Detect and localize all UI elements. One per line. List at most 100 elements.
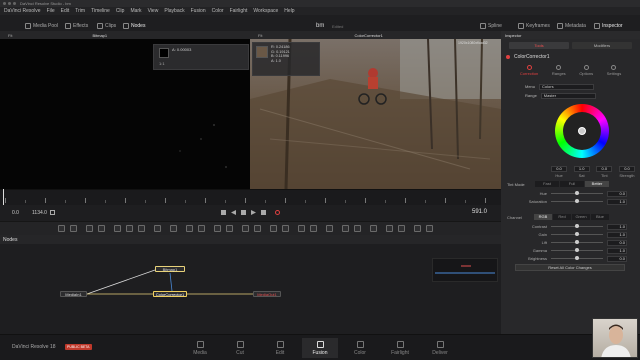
brightness-slider[interactable] xyxy=(551,256,603,260)
page-media[interactable]: Media xyxy=(182,338,218,358)
keyframes-button[interactable]: Keyframes xyxy=(518,23,550,29)
play-icon[interactable] xyxy=(251,210,256,215)
gamma-slider-knob[interactable] xyxy=(575,248,579,252)
page-edit[interactable]: Edit xyxy=(262,338,298,358)
menu-help[interactable]: Help xyxy=(284,8,294,14)
current-frame-counter[interactable]: 591.0 xyxy=(472,209,487,215)
subtab-correction[interactable]: Correction xyxy=(520,65,538,79)
contrast-slider-knob[interactable] xyxy=(575,224,579,228)
channel-red[interactable]: Red xyxy=(553,214,571,220)
left-viewer-fit[interactable]: Fit xyxy=(8,33,12,38)
menu-clip[interactable]: Clip xyxy=(116,8,125,14)
page-cut[interactable]: Cut xyxy=(222,338,258,358)
saturation-slider[interactable] xyxy=(551,199,603,203)
text-tool-icon[interactable] xyxy=(86,225,93,232)
3d-light-icon[interactable] xyxy=(354,225,361,232)
page-fairlight[interactable]: Fairlight xyxy=(382,338,418,358)
nodes-button[interactable]: Nodes xyxy=(123,23,145,29)
tracker-tool-icon[interactable] xyxy=(242,225,249,232)
reset-color-changes-button[interactable]: Reset All Color Changes xyxy=(515,264,625,271)
subtab-settings[interactable]: Settings xyxy=(607,65,621,79)
paint-tool-icon[interactable] xyxy=(70,225,77,232)
node-media-out[interactable]: MediaOut1 xyxy=(253,291,281,297)
bspline-mask-icon[interactable] xyxy=(214,225,221,232)
color-corrector-tool-icon[interactable] xyxy=(114,225,121,232)
merge-tool-icon[interactable] xyxy=(98,225,105,232)
blur-tool-icon[interactable] xyxy=(138,225,145,232)
hue-slider[interactable] xyxy=(551,191,603,195)
menu-color[interactable]: Color xyxy=(212,8,224,14)
polygon-mask-icon[interactable] xyxy=(198,225,205,232)
window-controls[interactable] xyxy=(3,2,16,5)
page-deliver[interactable]: Deliver xyxy=(422,338,458,358)
playhead[interactable] xyxy=(3,189,4,205)
color-wheel[interactable] xyxy=(555,104,609,158)
menu-davinci-resolve[interactable]: DaVinci Resolve xyxy=(4,8,41,14)
lift-slider-knob[interactable] xyxy=(575,240,579,244)
lift-value[interactable]: 0.0 xyxy=(607,239,627,246)
go-to-start-icon[interactable] xyxy=(221,210,226,215)
render-end-field[interactable]: 1134.0 xyxy=(32,210,47,216)
loop-icon[interactable] xyxy=(275,210,280,215)
channel-rgb[interactable]: RGB xyxy=(534,214,552,220)
color-wheel-handle[interactable] xyxy=(578,127,586,135)
brightness-value[interactable]: 0.0 xyxy=(607,255,627,262)
3d-merge-icon[interactable] xyxy=(310,225,317,232)
right-viewer-fit[interactable]: Fit xyxy=(258,33,262,38)
subtab-ranges[interactable]: Ranges xyxy=(552,65,566,79)
menu-trim[interactable]: Trim xyxy=(75,8,85,14)
strength-value-field[interactable]: 0.0 xyxy=(618,166,635,172)
effects-button[interactable]: Effects xyxy=(65,23,88,29)
menu-timeline[interactable]: Timeline xyxy=(91,8,110,14)
shape-tool-icon[interactable] xyxy=(414,225,421,232)
menu-workspace[interactable]: Workspace xyxy=(253,8,278,14)
hue-value-field[interactable]: 0.0 xyxy=(551,166,567,172)
sat-value-field[interactable]: 1.0 xyxy=(573,166,590,172)
minimize-window-icon[interactable] xyxy=(8,2,11,5)
lift-slider[interactable] xyxy=(551,240,603,244)
planar-tracker-icon[interactable] xyxy=(254,225,261,232)
render-start-field[interactable]: 0.0 xyxy=(12,210,19,216)
channel-blue[interactable]: Blue xyxy=(591,214,609,220)
metadata-button[interactable]: Metadata xyxy=(557,23,586,29)
close-window-icon[interactable] xyxy=(3,2,6,5)
particles-render-icon[interactable] xyxy=(282,225,289,232)
gamma-value[interactable]: 1.0 xyxy=(607,247,627,254)
3d-transform-icon[interactable] xyxy=(398,225,405,232)
node-color-corrector[interactable]: ColorCorrector1 xyxy=(153,291,187,297)
transform-tool-icon[interactable] xyxy=(226,225,233,232)
inspector-button[interactable]: Inspector xyxy=(594,23,623,29)
3d-image-plane-icon[interactable] xyxy=(386,225,393,232)
menu-fairlight[interactable]: Fairlight xyxy=(230,8,248,14)
tint-mode-better[interactable]: Better xyxy=(585,181,609,187)
media-pool-button[interactable]: Media Pool xyxy=(25,23,58,29)
3d-camera-icon[interactable] xyxy=(342,225,349,232)
3d-text-icon[interactable] xyxy=(370,225,377,232)
hue-slider-knob[interactable] xyxy=(575,191,579,195)
background-tool-icon[interactable] xyxy=(58,225,65,232)
menu-playback[interactable]: Playback xyxy=(164,8,184,14)
tint-mode-full[interactable]: Full xyxy=(560,181,584,187)
rectangle-mask-icon[interactable] xyxy=(170,225,177,232)
saturation-slider-value[interactable]: 1.0 xyxy=(607,198,627,205)
gamma-slider[interactable] xyxy=(551,248,603,252)
node-minimap[interactable] xyxy=(432,258,498,282)
timeline-ruler[interactable] xyxy=(0,189,501,205)
node-editor[interactable]: Bitmap1 MediaIn1 ColorCorrector1 MediaOu… xyxy=(0,244,501,334)
tab-modifiers[interactable]: Modifiers xyxy=(572,42,632,49)
node-media-in[interactable]: MediaIn1 xyxy=(60,291,87,297)
menu-select[interactable]: Colors xyxy=(539,83,595,90)
menu-file[interactable]: File xyxy=(47,8,55,14)
contrast-value[interactable]: 1.0 xyxy=(607,223,627,230)
stop-icon[interactable] xyxy=(241,210,246,215)
ellipse-mask-icon[interactable] xyxy=(186,225,193,232)
3d-shape-icon[interactable] xyxy=(298,225,305,232)
menu-fusion[interactable]: Fusion xyxy=(191,8,206,14)
menu-view[interactable]: View xyxy=(148,8,159,14)
3d-render-icon[interactable] xyxy=(326,225,333,232)
page-color[interactable]: Color xyxy=(342,338,378,358)
brightness-slider-knob[interactable] xyxy=(575,256,579,260)
shape-render-icon[interactable] xyxy=(426,225,433,232)
clips-button[interactable]: Clips xyxy=(97,23,116,29)
gain-slider-knob[interactable] xyxy=(575,232,579,236)
